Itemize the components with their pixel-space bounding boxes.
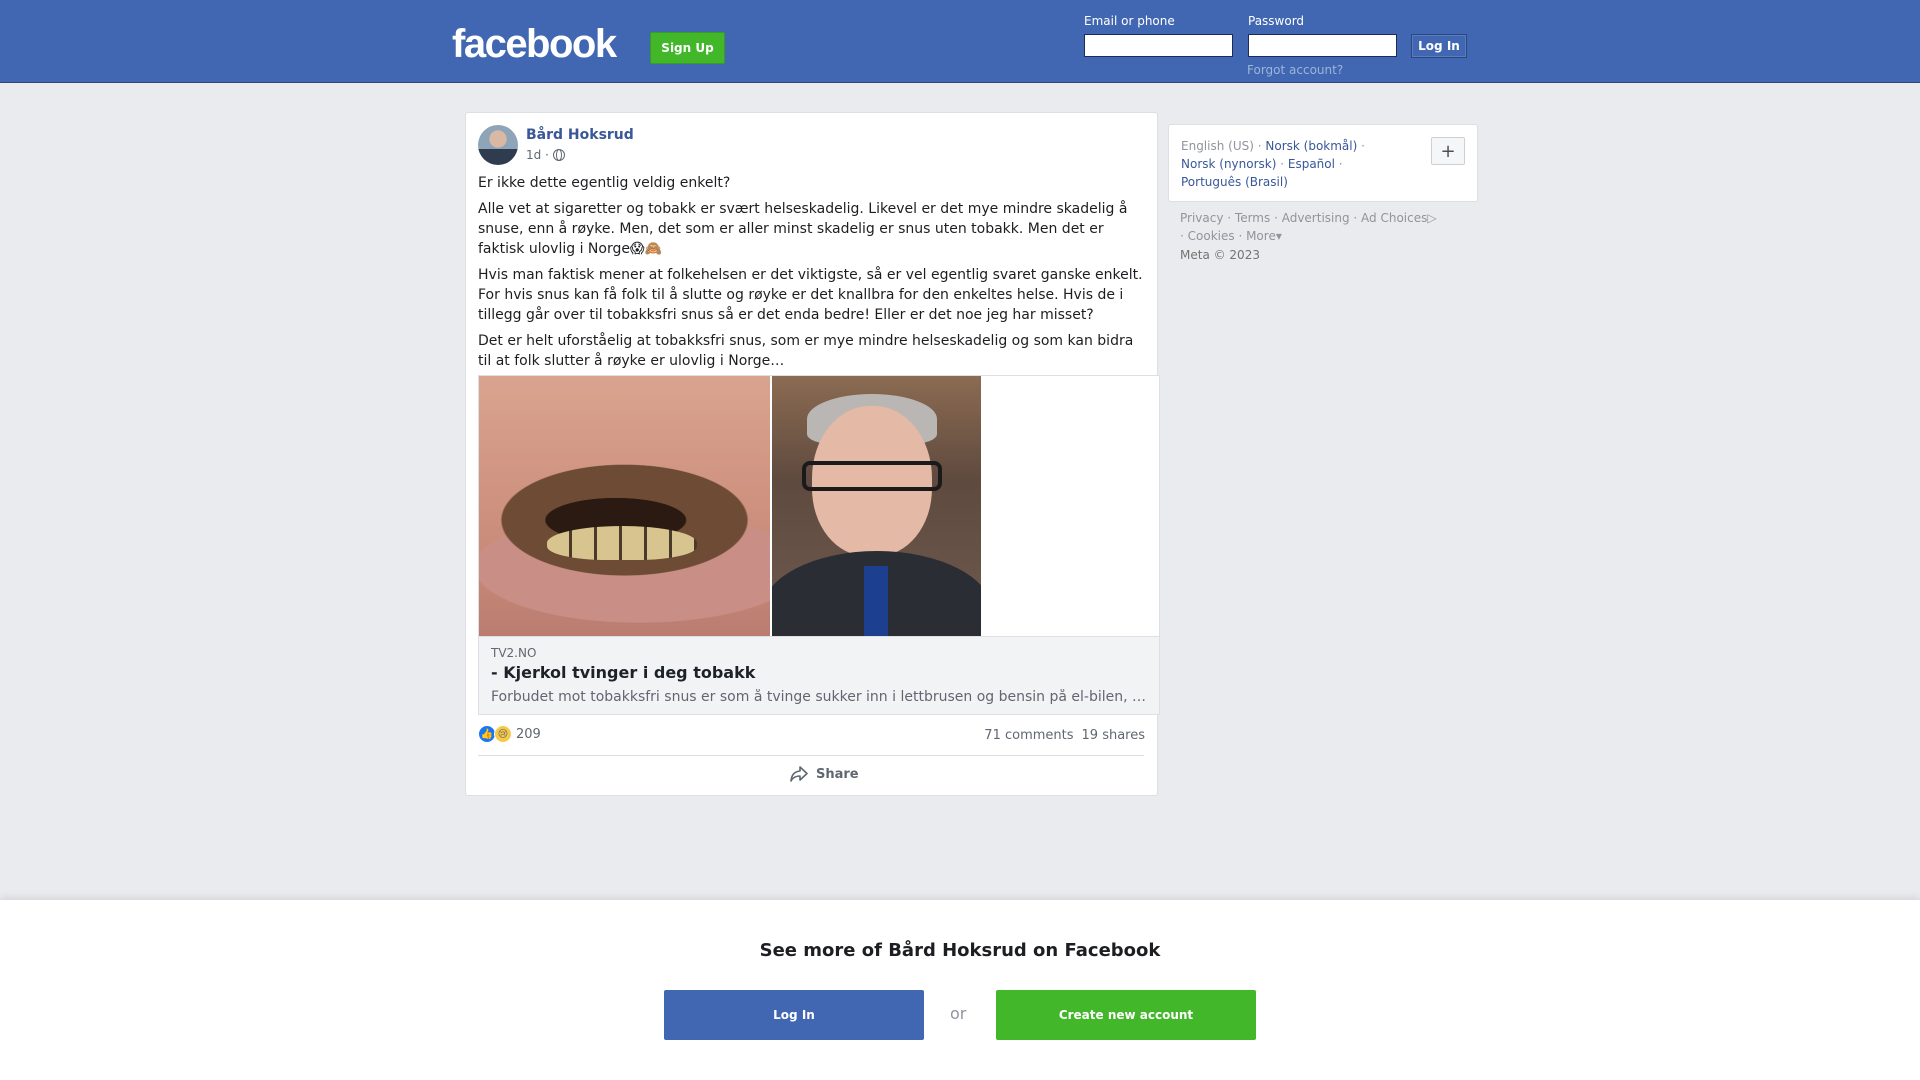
link-image[interactable]: [478, 375, 1160, 637]
globe-icon: [552, 149, 565, 161]
password-field[interactable]: [1248, 34, 1397, 57]
portrait-photo: [772, 376, 981, 636]
email-label: Email or phone: [1084, 14, 1175, 28]
footer-links: Privacy · Terms · Advertising · Ad Choic…: [1180, 209, 1480, 264]
post-paragraph: Alle vet at sigaretter og tobakk er svær…: [478, 201, 1128, 257]
share-label: Share: [816, 766, 859, 782]
language-box: English (US) · Norsk (bokmål) · Norsk (n…: [1168, 124, 1478, 202]
language-link[interactable]: Português (Brasil): [1181, 175, 1288, 189]
footer-link-cookies[interactable]: Cookies: [1188, 229, 1235, 243]
footer-link-terms[interactable]: Terms: [1235, 211, 1270, 225]
more-languages-button[interactable]: +: [1431, 137, 1465, 165]
footer-link-more[interactable]: More: [1246, 229, 1276, 243]
post-paragraph: Er ikke dette egentlig veldig enkelt?: [478, 175, 731, 191]
post-meta: 1d ·: [526, 148, 565, 162]
language-current: English (US): [1181, 139, 1254, 153]
signup-button[interactable]: Sign Up: [650, 32, 725, 64]
share-button[interactable]: Share: [790, 766, 859, 782]
link-domain: TV2.NO: [491, 646, 537, 660]
copyright: Meta © 2023: [1180, 248, 1260, 262]
reactions[interactable]: 👍 😢 209: [478, 725, 541, 743]
facebook-logo[interactable]: facebook: [452, 22, 617, 67]
reaction-count: 209: [516, 726, 541, 742]
sad-reaction-icon: 😢: [494, 725, 512, 743]
post-paragraph: Hvis man faktisk mener at folkehelsen er…: [478, 267, 1143, 323]
footer-link-privacy[interactable]: Privacy: [1180, 211, 1223, 225]
post-time[interactable]: 1d ·: [526, 148, 549, 162]
post-author[interactable]: Bård Hoksrud: [526, 127, 634, 143]
forgot-account-link[interactable]: Forgot account?: [1247, 63, 1343, 77]
glasses-shape: [802, 461, 942, 491]
language-list: English (US) · Norsk (bokmål) · Norsk (n…: [1181, 139, 1365, 189]
shares-count[interactable]: 19 shares: [1082, 728, 1145, 743]
teeth-shape: [547, 526, 697, 560]
login-overlay: See more of Bård Hoksrud on Facebook Log…: [0, 900, 1920, 1080]
share-icon: [790, 766, 808, 782]
comments-count[interactable]: 71 comments: [984, 728, 1073, 743]
language-link[interactable]: Español: [1288, 157, 1335, 171]
link-description: Forbudet mot tobakksfri snus er som å tv…: [491, 689, 1151, 705]
divider: [478, 755, 1144, 756]
footer-link-ad-choices[interactable]: Ad Choices: [1361, 211, 1427, 225]
language-link[interactable]: Norsk (bokmål): [1265, 139, 1357, 153]
caret-down-icon: ▾: [1275, 229, 1282, 243]
engagement-counts: 71 comments 19 shares: [984, 728, 1145, 743]
overlay-login-button[interactable]: Log In: [664, 990, 924, 1040]
link-title[interactable]: - Kjerkol tvinger i deg tobakk: [491, 663, 755, 682]
ad-choices-icon: ▷: [1427, 211, 1437, 225]
email-field[interactable]: [1084, 34, 1233, 57]
overlay-title: See more of Bård Hoksrud on Facebook: [759, 940, 1161, 961]
language-link[interactable]: Norsk (nynorsk): [1181, 157, 1276, 171]
header-login-button[interactable]: Log In: [1411, 34, 1467, 58]
or-label: or: [950, 1004, 967, 1023]
top-bar: facebook Sign Up Email or phone Password…: [0, 0, 1920, 83]
post-text: Er ikke dette egentlig veldig enkelt? Al…: [478, 173, 1150, 377]
tie-shape: [864, 566, 888, 636]
create-account-button[interactable]: Create new account: [996, 990, 1256, 1040]
post-paragraph: Det er helt uforståelig at tobakksfri sn…: [478, 333, 1134, 369]
avatar[interactable]: [478, 125, 518, 165]
teeth-photo: [479, 376, 770, 636]
password-label: Password: [1248, 14, 1305, 28]
post-card: Bård Hoksrud 1d · Er ikke dette egentlig…: [465, 112, 1160, 796]
footer-link-advertising[interactable]: Advertising: [1282, 211, 1350, 225]
link-preview[interactable]: TV2.NO - Kjerkol tvinger i deg tobakk Fo…: [478, 637, 1160, 715]
